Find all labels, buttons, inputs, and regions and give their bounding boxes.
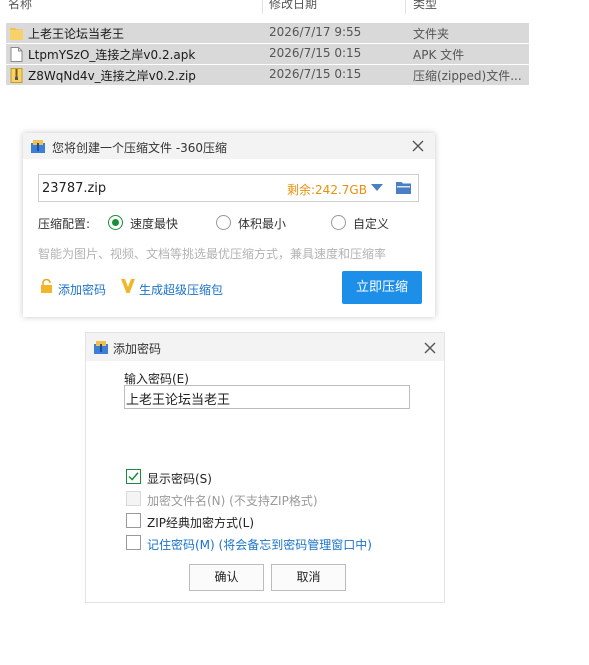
file-type: 压缩(zipped)文件... [413, 69, 522, 83]
encrypt-filenames-label: 加密文件名(N) (不支持ZIP格式) [147, 494, 318, 508]
radio-custom-label[interactable]: 自定义 [353, 215, 389, 232]
archive-path-field[interactable]: 23787.zip 剩余:242.7GB [38, 174, 419, 202]
column-divider[interactable] [405, 0, 406, 14]
confirm-button[interactable]: 确认 [189, 564, 264, 591]
archive-app-icon [94, 341, 108, 354]
file-modified: 2026/7/15 0:15 [269, 67, 362, 81]
file-modified: 2026/7/17 9:55 [269, 25, 362, 39]
cancel-button[interactable]: 取消 [271, 564, 346, 591]
super-compress-link[interactable]: 生成超级压缩包 [139, 281, 223, 298]
file-name: Z8WqNd4v_连接之岸v0.2.zip [28, 69, 196, 83]
checkmark-icon [128, 472, 139, 481]
zip-classic-encryption-checkbox[interactable] [126, 513, 141, 528]
add-password-dialog: 添加密码 输入密码(E) 上老王论坛当老王 显示密码(S) 加密文件名(N) (… [85, 332, 445, 603]
dialog-title: 您将创建一个压缩文件 -360压缩 [52, 141, 228, 155]
zip-classic-encryption-label[interactable]: ZIP经典加密方式(L) [147, 514, 254, 531]
file-row-apk[interactable]: LtpmYSzO_连接之岸v0.2.apk 2026/7/15 0:15 APK… [6, 44, 529, 64]
column-divider[interactable] [262, 0, 263, 14]
radio-fastest[interactable] [108, 215, 123, 230]
file-type: 文件夹 [413, 27, 450, 41]
remember-password-checkbox[interactable] [126, 535, 141, 550]
radio-smallest-label[interactable]: 体积最小 [238, 215, 286, 232]
archive-app-icon [31, 140, 45, 153]
column-header-modified[interactable]: 修改日期 [269, 0, 317, 13]
remember-password-label[interactable]: 记住密码(M) (将会备忘到密码管理窗口中) [147, 536, 372, 553]
column-header-type[interactable]: 类型 [413, 0, 437, 13]
radio-custom[interactable] [331, 215, 346, 230]
password-input[interactable]: 上老王论坛当老王 [124, 385, 410, 409]
archive-filename[interactable]: 23787.zip [42, 181, 106, 196]
browse-folder-icon[interactable] [396, 181, 411, 194]
encrypt-filenames-checkbox [126, 491, 141, 506]
compress-now-button[interactable]: 立即压缩 [342, 271, 422, 304]
file-name: LtpmYSzO_连接之岸v0.2.apk [28, 48, 196, 62]
file-row-folder[interactable]: 上老王论坛当老王 2026/7/17 9:55 文件夹 [6, 23, 529, 43]
show-password-label[interactable]: 显示密码(S) [147, 470, 212, 487]
file-row-zip[interactable]: Z8WqNd4v_连接之岸v0.2.zip 2026/7/15 0:15 压缩(… [6, 65, 529, 85]
dialog-titlebar[interactable]: 您将创建一个压缩文件 -360压缩 [23, 133, 435, 159]
close-icon[interactable] [411, 139, 425, 153]
column-header-name[interactable]: 名称 [8, 0, 32, 13]
zip-icon [10, 68, 23, 83]
file-type: APK 文件 [413, 48, 465, 62]
radio-smallest[interactable] [216, 215, 231, 230]
super-compress-icon[interactable] [121, 279, 135, 293]
file-list: 名称 修改日期 类型 上老王论坛当老王 2026/7/17 9:55 文件夹 L… [0, 0, 529, 88]
add-password-link[interactable]: 添加密码 [58, 281, 106, 298]
chevron-down-icon[interactable] [371, 184, 383, 192]
compress-dialog: 您将创建一个压缩文件 -360压缩 23787.zip 剩余:242.7GB 压… [23, 133, 435, 317]
dialog-titlebar[interactable]: 添加密码 [86, 333, 444, 361]
file-icon [10, 47, 23, 62]
lock-icon[interactable] [40, 279, 53, 293]
close-icon[interactable] [423, 341, 437, 355]
file-name: 上老王论坛当老王 [28, 27, 125, 41]
folder-icon [10, 28, 23, 40]
password-value[interactable]: 上老王论坛当老王 [126, 389, 230, 408]
free-space-label: 剩余:242.7GB [287, 183, 367, 197]
compression-config-label: 压缩配置: [38, 217, 91, 231]
dialog-title: 添加密码 [113, 342, 162, 356]
radio-fastest-label[interactable]: 速度最快 [130, 215, 178, 232]
compression-hint: 智能为图片、视频、文档等挑选最优压缩方式，兼具速度和压缩率 [38, 247, 387, 261]
screen: 名称 修改日期 类型 上老王论坛当老王 2026/7/17 9:55 文件夹 L… [0, 0, 589, 665]
show-password-checkbox[interactable] [126, 469, 141, 484]
file-modified: 2026/7/15 0:15 [269, 46, 362, 60]
